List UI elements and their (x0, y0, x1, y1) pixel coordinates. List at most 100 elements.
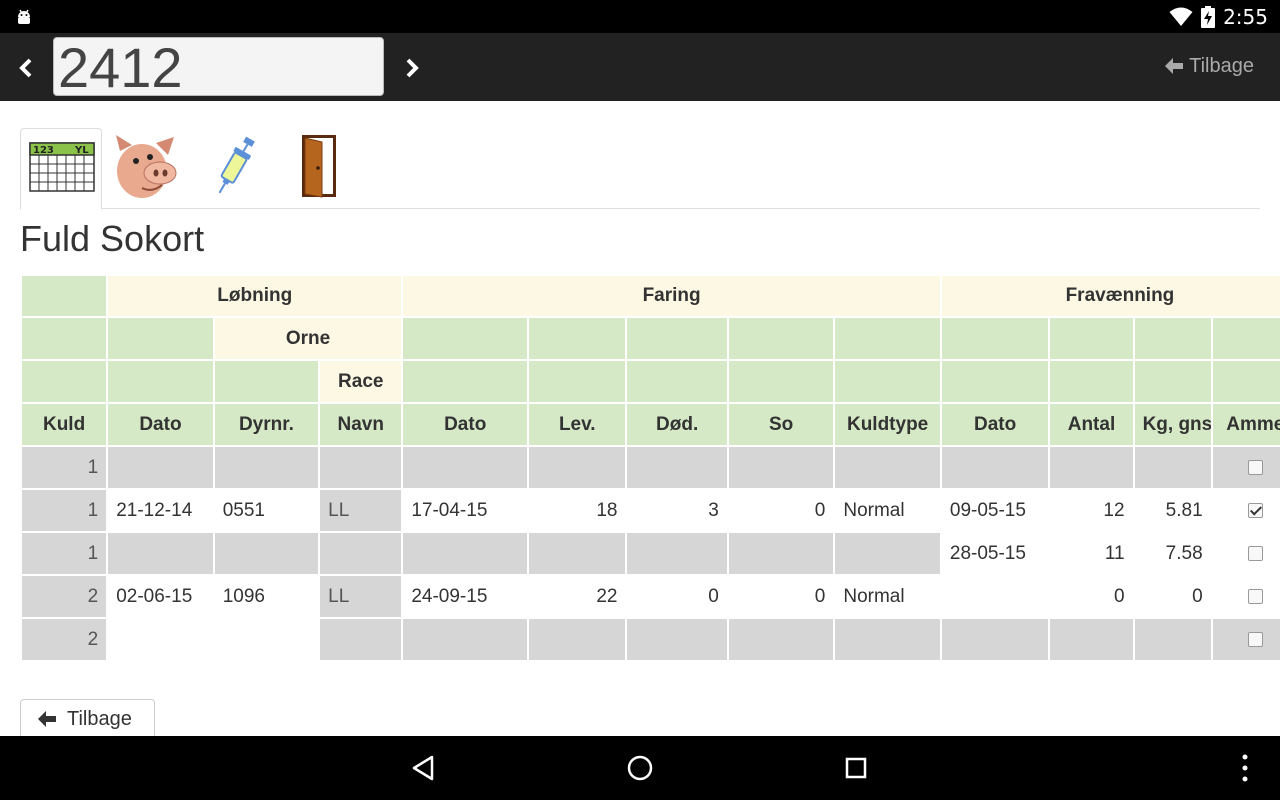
cell-frav-dato[interactable] (939, 574, 1051, 619)
column-header: Død. (625, 402, 729, 447)
cell-dyrnr[interactable]: 1096 (212, 574, 321, 619)
cell-far-dato (401, 531, 530, 576)
pig-icon (116, 135, 177, 198)
cell-navn (318, 531, 404, 576)
tab-treatment[interactable] (196, 128, 278, 209)
cell-navn: LL (318, 488, 404, 533)
cell-lev[interactable]: 18 (527, 488, 628, 533)
cell-frav-dato (939, 617, 1051, 662)
header-back-link[interactable]: Tilbage (1164, 53, 1254, 79)
cell-far-dato[interactable]: 17-04-15 (401, 488, 530, 533)
column-header: Antal (1048, 402, 1135, 447)
cell-antal[interactable]: 12 (1048, 488, 1135, 533)
cell-lev (527, 617, 628, 662)
cell-dod (625, 617, 729, 662)
cell-antal (1048, 617, 1135, 662)
back-button[interactable]: Tilbage (20, 699, 155, 739)
cell-navn: LL (318, 574, 404, 619)
cell-so[interactable]: 0 (726, 574, 836, 619)
column-header: Dato (106, 402, 215, 447)
previous-animal-button[interactable] (10, 53, 42, 83)
cell-dod[interactable]: 3 (625, 488, 729, 533)
cell-amme (1210, 488, 1280, 533)
cell-antal (1048, 445, 1135, 490)
cell-lob-dato[interactable]: 02-06-15 (106, 574, 215, 619)
door-icon (302, 135, 336, 198)
cell-amme (1210, 574, 1280, 619)
cell-frav-dato (939, 445, 1051, 490)
cell-lev (527, 445, 628, 490)
column-header: Lev. (527, 402, 628, 447)
system-navigation-bar (0, 736, 1280, 800)
amme-checkbox[interactable] (1247, 502, 1263, 518)
page-title: Fuld Sokort (20, 218, 205, 259)
amme-checkbox[interactable] (1247, 631, 1263, 647)
amme-checkbox[interactable] (1247, 459, 1263, 475)
back-triangle-icon[interactable] (408, 752, 440, 784)
amme-checkbox[interactable] (1247, 588, 1263, 604)
svg-text:123: 123 (33, 145, 54, 156)
cell-lev[interactable]: 22 (527, 574, 628, 619)
column-header: So (726, 402, 836, 447)
cell-amme (1210, 531, 1280, 576)
cell-dod (625, 445, 729, 490)
cell-so[interactable]: 0 (726, 488, 836, 533)
column-header: Navn (318, 402, 404, 447)
cell-kg[interactable]: 0 (1132, 574, 1213, 619)
table-row: 2 (19, 617, 1280, 662)
tab-animal[interactable] (108, 128, 190, 209)
tab-exit[interactable] (284, 128, 366, 209)
cell-lob-dato[interactable] (106, 617, 215, 662)
cell-kuldtype[interactable]: Normal (833, 488, 942, 533)
amme-checkbox[interactable] (1247, 545, 1263, 561)
arrow-left-icon (38, 711, 56, 727)
cell-dyrnr[interactable]: 0551 (212, 488, 321, 533)
subgroup-header-race: Race (318, 359, 404, 404)
cell-kuld: 1 (19, 445, 109, 490)
tab-bar: 123 YL (20, 128, 1260, 210)
cell-frav-dato[interactable]: 09-05-15 (939, 488, 1051, 533)
table-row: 1 28-05-15 11 7.58 (19, 531, 1280, 576)
cell-lob-dato[interactable]: 21-12-14 (106, 488, 215, 533)
syringe-icon (218, 136, 255, 194)
cell-far-dato (401, 617, 530, 662)
cell-dyrnr[interactable] (212, 617, 321, 662)
column-header: Kuld (19, 402, 109, 447)
tab-calendar[interactable]: 123 YL (20, 128, 102, 210)
cell-kg[interactable]: 7.58 (1132, 531, 1213, 576)
cell-far-dato (401, 445, 530, 490)
cell-so (726, 445, 836, 490)
recents-square-icon[interactable] (840, 752, 872, 784)
svg-text:YL: YL (74, 145, 89, 156)
sow-card-table: Løbning Faring Fravænning Orne Race Kuld… (19, 274, 1280, 662)
column-header: Dato (401, 402, 530, 447)
cell-so (726, 617, 836, 662)
cell-frav-dato[interactable]: 28-05-15 (939, 531, 1051, 576)
next-animal-button[interactable] (396, 53, 428, 83)
cell-kuldtype[interactable]: Normal (833, 574, 942, 619)
chevron-right-icon (406, 58, 419, 78)
cell-kuld: 2 (19, 617, 109, 662)
overflow-menu-icon[interactable] (1229, 752, 1261, 784)
status-bar: 2:55 (0, 0, 1280, 33)
animal-number-input[interactable]: 2412 (53, 37, 384, 97)
back-button-label: Tilbage (67, 707, 132, 730)
cell-antal[interactable]: 11 (1048, 531, 1135, 576)
cell-dod[interactable]: 0 (625, 574, 729, 619)
cell-antal[interactable]: 0 (1048, 574, 1135, 619)
cell-lev (527, 531, 628, 576)
cell-kg[interactable]: 5.81 (1132, 488, 1213, 533)
home-circle-icon[interactable] (624, 752, 656, 784)
column-header: Kg, gns (1132, 402, 1213, 447)
column-header: Kuldtype (833, 402, 942, 447)
cell-kuld: 1 (19, 531, 109, 576)
header-bar: 2412 Tilbage (0, 33, 1280, 101)
cell-far-dato[interactable]: 24-09-15 (401, 574, 530, 619)
table-row: 2 02-06-15 1096 LL 24-09-15 22 0 0 Norma… (19, 574, 1280, 619)
arrow-left-icon (1165, 58, 1184, 74)
cell-dod (625, 531, 729, 576)
cell-lob-dato (106, 445, 215, 490)
cell-kuldtype (833, 445, 942, 490)
cell-kuldtype (833, 617, 942, 662)
android-notification-icon (18, 9, 30, 24)
